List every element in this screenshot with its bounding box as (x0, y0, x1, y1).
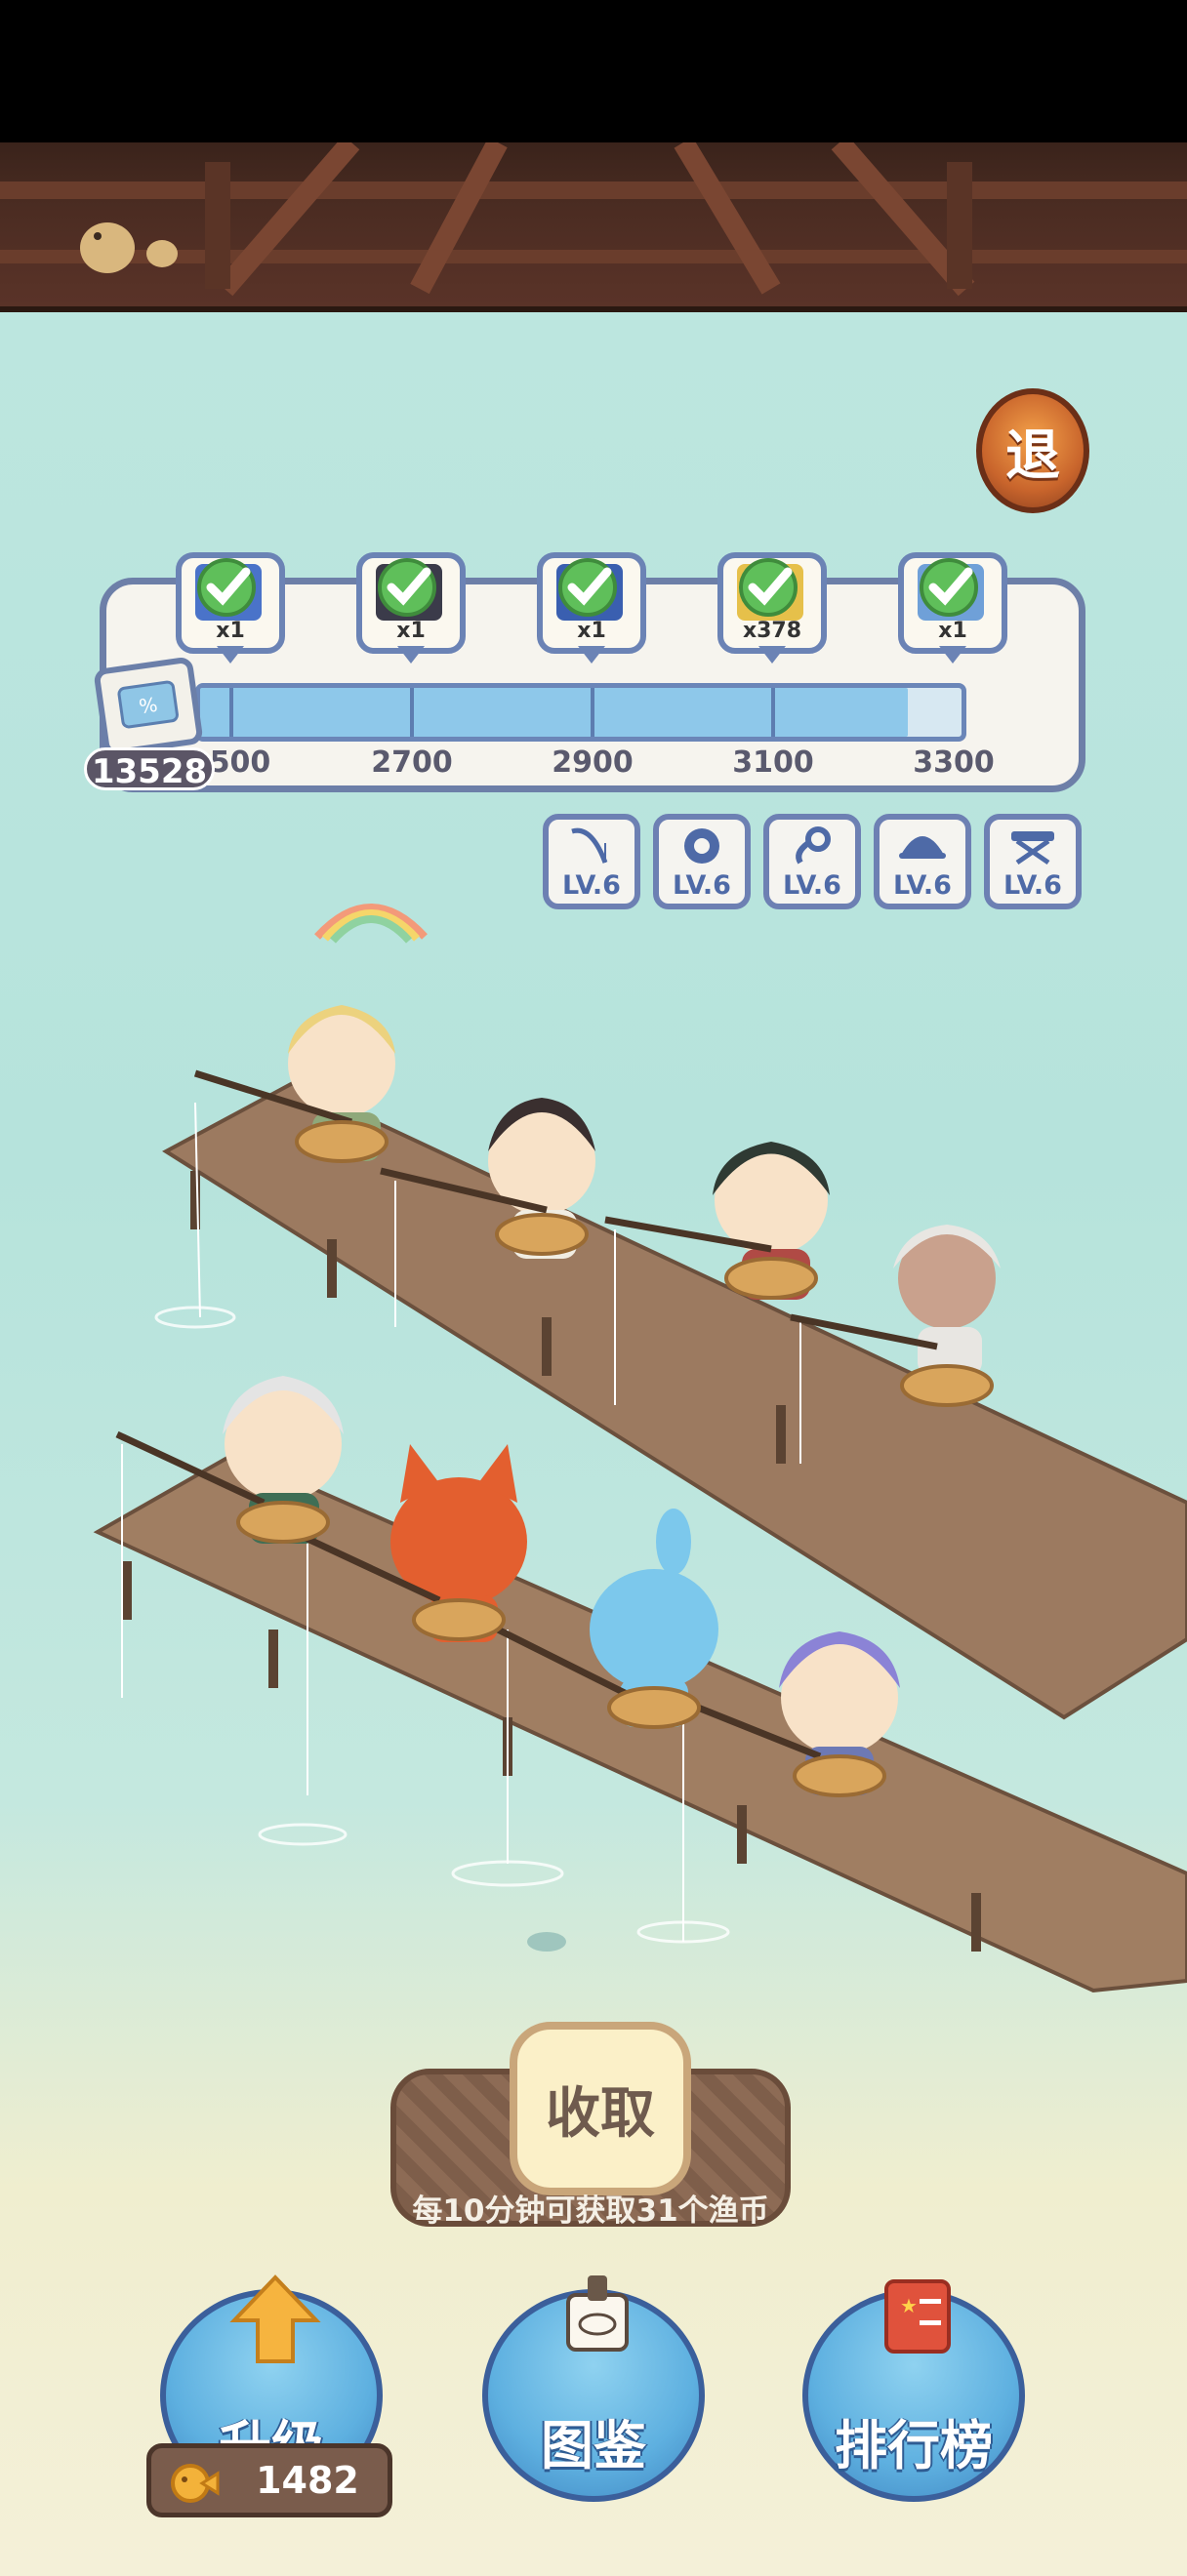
exit-button[interactable]: 退 (976, 388, 1089, 513)
pavilion-roof (0, 142, 1187, 312)
svg-text:%: % (138, 693, 159, 718)
progress-fill (200, 688, 909, 737)
reward-pointer (758, 646, 786, 664)
milestone-reward-3[interactable]: x1 (537, 552, 646, 664)
progress-tick (229, 688, 233, 737)
progress-tick (591, 688, 594, 737)
fish-coin-icon (171, 2464, 220, 2503)
milestone-label: 3300 (913, 745, 995, 780)
reward-count: x1 (938, 619, 967, 643)
check-icon (920, 558, 978, 617)
ranking-label: 排行榜 (835, 2415, 993, 2476)
game-screen: 退 x1 x1 x1 x378 x1 500 2700 2900 3100 33… (0, 0, 1187, 2576)
fishing-dock-scene (93, 904, 1187, 1993)
coupon-icon: % (94, 658, 203, 755)
milestone-reward-4[interactable]: x378 (717, 552, 827, 664)
fish-coin-balance: 1482 (146, 2443, 392, 2517)
arrow-up-icon (229, 2274, 321, 2363)
collect-button[interactable]: 收取 (510, 2022, 691, 2195)
catalog-icon (566, 2275, 629, 2352)
catalog-label: 图鉴 (541, 2415, 646, 2476)
reward-pointer (217, 646, 244, 664)
milestone-label: 2900 (552, 745, 634, 780)
reward-pointer (397, 646, 425, 664)
milestone-reward-2[interactable]: x1 (356, 552, 466, 664)
reward-progress-bar (195, 683, 966, 742)
check-icon (558, 558, 617, 617)
progress-tick (771, 688, 775, 737)
progress-tick (410, 688, 414, 737)
status-bar (0, 0, 1187, 142)
milestone-label: 2700 (371, 745, 453, 780)
check-icon (378, 558, 436, 617)
milestone-reward-1[interactable]: x1 (176, 552, 285, 664)
reward-count: x1 (216, 619, 245, 643)
milestone-label: 3100 (732, 745, 814, 780)
roof-beams (0, 142, 1187, 297)
reward-pointer (578, 646, 605, 664)
check-icon (739, 558, 798, 617)
check-icon (197, 558, 256, 617)
catalog-button[interactable]: 图鉴 (482, 2275, 705, 2502)
fish-coin-value: 1482 (256, 2459, 359, 2502)
ranking-button[interactable]: ★ 排行榜 (802, 2279, 1025, 2502)
reward-count: x378 (742, 619, 802, 643)
reward-pointer (939, 646, 966, 664)
ranking-icon: ★ (884, 2279, 951, 2354)
milestone-reward-5[interactable]: x1 (898, 552, 1007, 664)
collect-hint: 每10分钟可获取31个渔币 (412, 2194, 769, 2229)
reward-count: x1 (396, 619, 426, 643)
reward-count: x1 (577, 619, 606, 643)
svg-text:★: ★ (900, 2294, 918, 2317)
coupon-count: 13528 (84, 747, 215, 791)
